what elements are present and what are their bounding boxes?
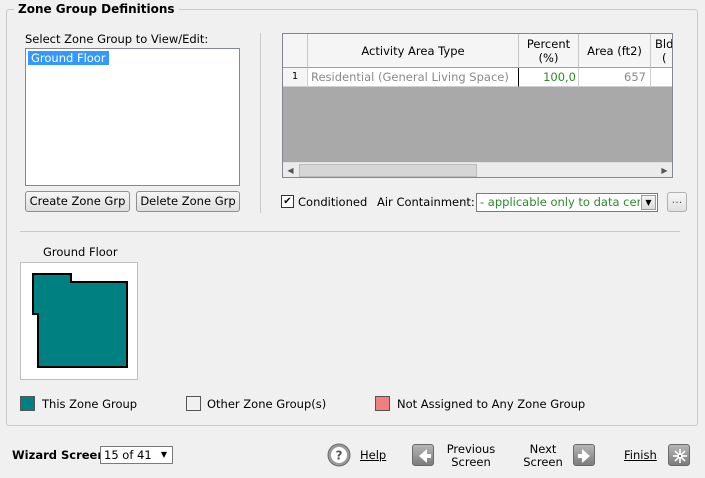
list-item-ground-floor[interactable]: Ground Floor bbox=[28, 51, 109, 65]
scrollbar-thumb[interactable] bbox=[299, 164, 477, 177]
column-header-bldg[interactable]: Bld ( bbox=[651, 34, 672, 68]
air-containment-label: Air Containment: bbox=[377, 195, 475, 209]
legend-swatch-other-zone-groups bbox=[186, 396, 201, 411]
panel-title: Zone Group Definitions bbox=[14, 2, 179, 16]
legend-swatch-this-zone-group bbox=[20, 396, 35, 411]
cell-area[interactable]: 657 bbox=[579, 68, 651, 87]
column-header-activity-area-type[interactable]: Activity Area Type bbox=[308, 34, 519, 68]
help-label: Help bbox=[360, 448, 387, 462]
floor-plan-shape bbox=[32, 273, 128, 368]
grid-horizontal-scrollbar[interactable]: ◀ ▶ bbox=[283, 162, 672, 177]
delete-zone-group-button[interactable]: Delete Zone Grp bbox=[136, 191, 240, 212]
previous-screen-arrow-icon[interactable] bbox=[412, 444, 434, 466]
preview-label: Ground Floor bbox=[43, 245, 118, 259]
activity-area-grid[interactable]: Activity Area Type Percent (%) Area (ft2… bbox=[282, 33, 673, 178]
cell-percent[interactable]: 100,0 bbox=[519, 68, 579, 87]
column-header-area[interactable]: Area (ft2) bbox=[579, 34, 651, 68]
previous-screen-button[interactable]: Previous Screen bbox=[442, 443, 500, 469]
row-number: 1 bbox=[283, 68, 308, 87]
finish-star-icon[interactable] bbox=[668, 444, 690, 466]
finish-label: Finish bbox=[624, 448, 657, 462]
help-link[interactable]: Help bbox=[360, 448, 386, 462]
air-containment-dropdown[interactable]: - applicable only to data cen ▼ bbox=[476, 193, 658, 212]
wizard-screen-label: Wizard Screen bbox=[12, 448, 106, 462]
air-containment-value: - applicable only to data cen bbox=[480, 195, 640, 209]
legend-label-not-assigned: Not Assigned to Any Zone Group bbox=[397, 397, 586, 411]
cell-activity-area-type[interactable]: Residential (General Living Space) bbox=[308, 68, 519, 87]
air-containment-ellipsis-button[interactable]: ... bbox=[667, 192, 687, 212]
help-icon[interactable]: ? bbox=[327, 443, 351, 467]
vertical-divider bbox=[260, 33, 261, 213]
grid-corner-header bbox=[283, 34, 308, 68]
conditioned-label: Conditioned bbox=[298, 195, 368, 209]
conditioned-checkbox[interactable]: ✔ bbox=[281, 195, 294, 208]
next-label-line2: Screen bbox=[523, 455, 563, 469]
cell-bldg[interactable] bbox=[651, 68, 672, 87]
legend-label-this-zone-group: This Zone Group bbox=[42, 397, 138, 411]
svg-text:?: ? bbox=[336, 449, 343, 463]
zone-group-listbox[interactable]: Ground Floor bbox=[25, 48, 240, 186]
wizard-screen-select[interactable]: 15 of 41 ▼ bbox=[100, 446, 173, 464]
legend-label-other-zone-groups: Other Zone Group(s) bbox=[207, 397, 327, 411]
chevron-down-icon[interactable]: ▼ bbox=[641, 195, 656, 210]
scroll-right-arrow-icon[interactable]: ▶ bbox=[657, 163, 672, 178]
horizontal-divider bbox=[20, 231, 680, 232]
column-header-percent[interactable]: Percent (%) bbox=[519, 34, 579, 68]
next-screen-arrow-icon[interactable] bbox=[573, 444, 595, 466]
create-zone-group-button[interactable]: Create Zone Grp bbox=[25, 191, 130, 212]
chevron-down-icon[interactable]: ▼ bbox=[157, 448, 171, 462]
previous-label-line2: Screen bbox=[451, 455, 491, 469]
legend-swatch-not-assigned bbox=[375, 396, 390, 411]
next-screen-button[interactable]: Next Screen bbox=[516, 443, 570, 469]
wizard-screen-value: 15 of 41 bbox=[104, 448, 152, 462]
zone-group-preview bbox=[20, 262, 138, 380]
scroll-left-arrow-icon[interactable]: ◀ bbox=[283, 163, 298, 178]
finish-button[interactable]: Finish bbox=[624, 448, 657, 462]
select-zone-group-label: Select Zone Group to View/Edit: bbox=[25, 32, 209, 46]
